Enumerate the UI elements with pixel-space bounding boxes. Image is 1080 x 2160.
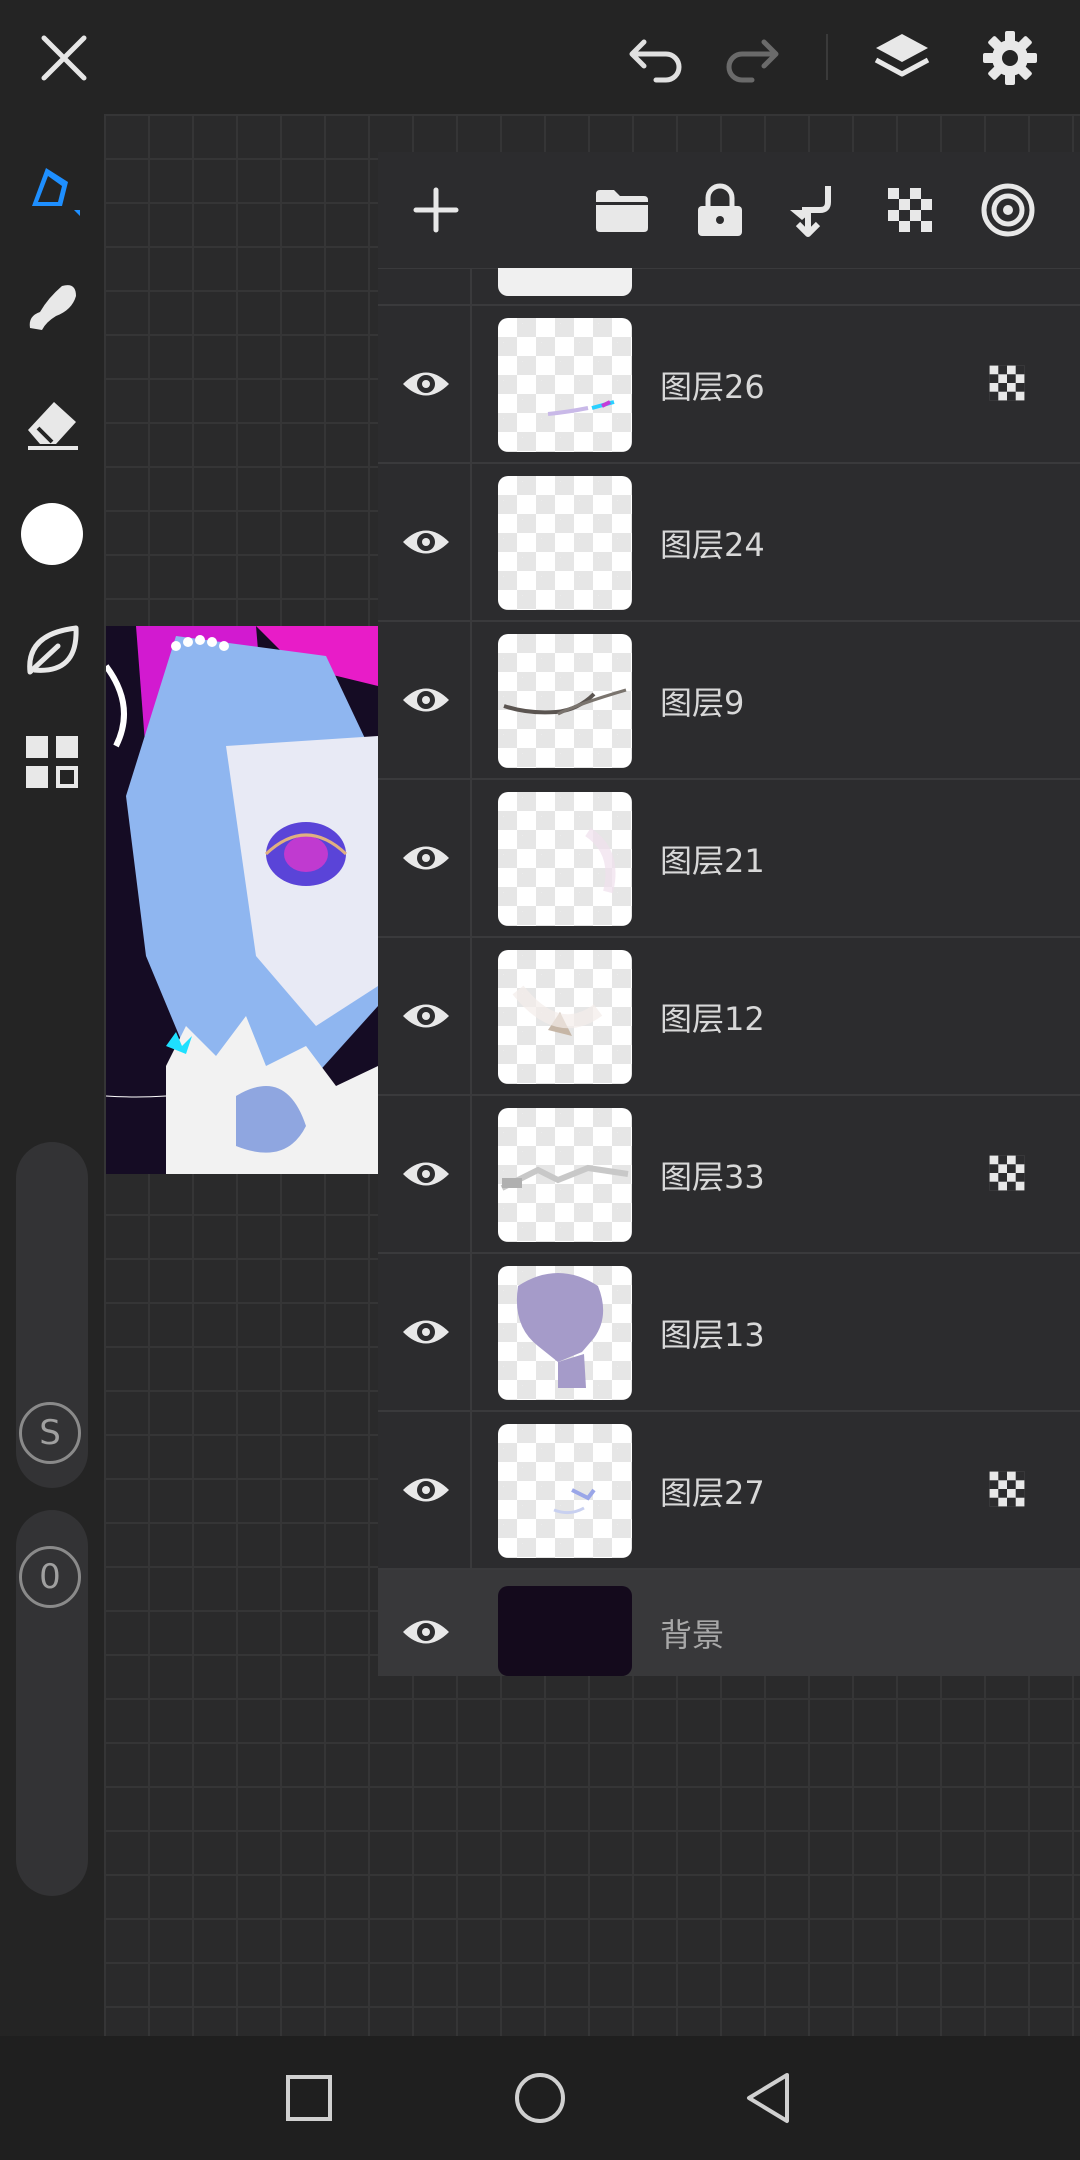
eraser-icon[interactable] [16,386,88,458]
layer-row[interactable]: 图层9 [378,622,1080,780]
grid-menu-icon[interactable] [16,726,88,798]
clipping-mask-icon[interactable] [988,1470,1026,1508]
opacity-label: 0 [39,1557,61,1597]
layer-row-partial[interactable] [378,268,1080,306]
layer-row[interactable]: 图层24 [378,464,1080,622]
layer-divider [470,1254,472,1410]
clipping-mask-icon[interactable] [988,364,1026,402]
top-bar [0,0,1080,114]
opacity-slider[interactable]: 0 [16,1510,88,1896]
layer-thumbnail [498,1586,632,1676]
recent-apps-icon[interactable] [271,2060,347,2136]
alpha-lock-icon[interactable] [874,174,946,246]
layer-divider [470,622,472,778]
eye-icon[interactable] [398,1146,454,1202]
layer-name: 图层33 [660,1158,765,1196]
clipping-mask-icon[interactable] [988,1154,1026,1192]
eye-icon[interactable] [398,1304,454,1360]
leaf-icon[interactable] [16,614,88,686]
layer-row[interactable]: 背景 [378,1570,1080,1676]
layer-thumbnail [498,1424,632,1558]
merge-down-icon[interactable] [778,174,850,246]
close-icon[interactable] [28,22,100,94]
toolbar-divider [826,34,828,80]
layer-thumbnail [498,950,632,1084]
layer-name: 图层26 [660,368,765,406]
layer-divider [470,268,472,304]
color-swatch-icon[interactable] [16,498,88,570]
opacity-knob[interactable]: 0 [19,1546,81,1608]
eye-icon[interactable] [398,988,454,1044]
layer-thumbnail [498,792,632,926]
layer-name: 图层27 [660,1474,765,1512]
layer-thumbnail [498,268,632,296]
add-layer-icon[interactable] [400,174,472,246]
redo-icon[interactable] [716,22,788,94]
eye-icon[interactable] [398,1604,454,1660]
current-color-swatch [21,503,83,565]
artwork-image [106,626,378,1174]
layer-divider [470,1096,472,1252]
eye-icon[interactable] [398,514,454,570]
blend-icon[interactable] [972,174,1044,246]
layer-row[interactable]: 图层33 [378,1096,1080,1254]
layer-divider [470,938,472,1094]
undo-icon[interactable] [620,22,692,94]
layer-row[interactable]: 图层13 [378,1254,1080,1412]
layer-name: 图层12 [660,1000,765,1038]
layer-thumbnail [498,1108,632,1242]
folder-icon[interactable] [586,174,658,246]
layer-name: 图层9 [660,684,745,722]
layer-divider [470,306,472,462]
layer-row[interactable]: 图层27 [378,1412,1080,1570]
gear-icon[interactable] [974,22,1046,94]
lock-icon[interactable] [684,174,756,246]
eye-icon[interactable] [398,830,454,886]
layer-panel: 图层26 图层24 图层9 图层21 图层12 图层33 图层13 图层27 背景 [378,152,1080,1676]
layer-thumbnail [498,1266,632,1400]
layer-name: 图层24 [660,526,765,564]
layer-thumbnail [498,476,632,610]
system-nav-bar [0,2036,1080,2160]
home-icon[interactable] [502,2060,578,2136]
eye-icon[interactable] [398,356,454,412]
layer-row[interactable]: 图层12 [378,938,1080,1096]
brush-size-knob[interactable]: S [19,1402,81,1464]
layer-row[interactable]: 图层21 [378,780,1080,938]
layer-divider [470,1412,472,1568]
pen-icon[interactable] [16,156,88,228]
eye-icon[interactable] [398,672,454,728]
layer-divider [470,780,472,936]
brush-size-slider[interactable]: S [16,1142,88,1488]
layers-icon[interactable] [866,22,938,94]
eye-icon[interactable] [398,1462,454,1518]
back-icon[interactable] [730,2060,806,2136]
brush-size-label: S [39,1413,61,1453]
layer-name: 背景 [660,1616,725,1654]
layer-panel-toolbar [378,152,1080,269]
layer-name: 图层13 [660,1316,765,1354]
layer-thumbnail [498,318,632,452]
layer-name: 图层21 [660,842,765,880]
layer-divider [470,464,472,620]
layer-list: 图层26 图层24 图层9 图层21 图层12 图层33 图层13 图层27 背景 [378,306,1080,1676]
layer-thumbnail [498,634,632,768]
smudge-icon[interactable] [16,270,88,342]
layer-row[interactable]: 图层26 [378,306,1080,464]
